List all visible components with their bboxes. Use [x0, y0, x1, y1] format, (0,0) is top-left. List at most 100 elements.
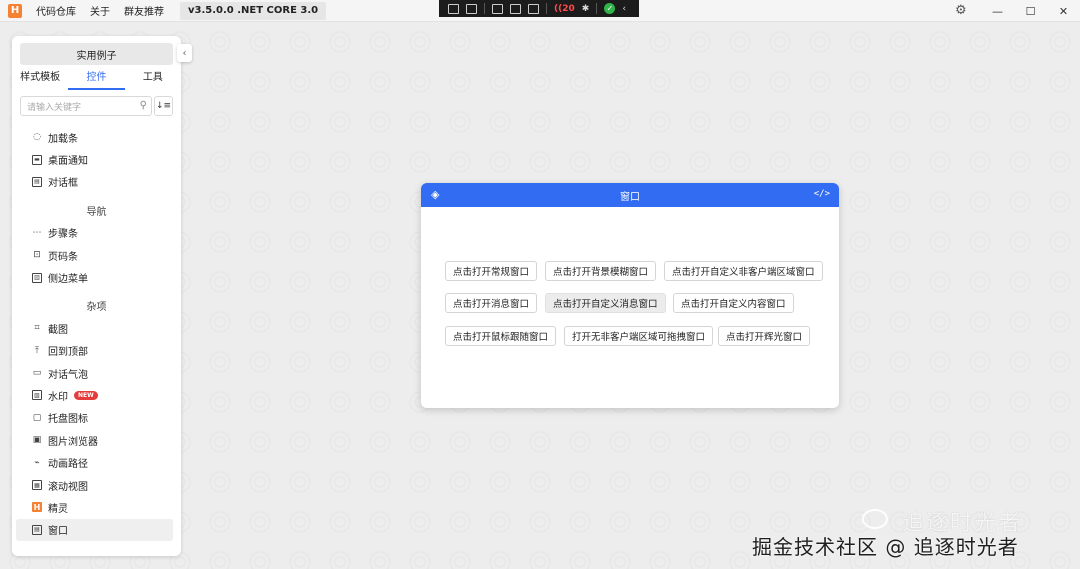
open-custom-message-window-button[interactable]: 点击打开自定义消息窗口 — [545, 293, 666, 313]
spinner-icon: ◌ — [33, 132, 41, 143]
notification-icon: ▬ — [32, 154, 42, 165]
arrow-up-icon: ⤒ — [35, 345, 39, 356]
group-navigation: 导航 — [86, 206, 107, 218]
sort-icon: ↓≡ — [155, 101, 172, 111]
tab-controls[interactable]: 控件 — [68, 70, 125, 90]
wechat-icon — [862, 509, 888, 529]
maximize-button[interactable]: ☐ — [1014, 5, 1047, 18]
toolbar-divider — [484, 3, 485, 14]
sidebar-item-steps[interactable]: ⋯ 步骤条 — [16, 222, 173, 244]
crop-icon: ⌗ — [34, 323, 40, 334]
watermark-line2: 掘金技术社区 @ 追逐时光者 — [752, 535, 1019, 559]
sidebar-item-animation-path[interactable]: ⌁ 动画路径 — [16, 451, 173, 473]
open-blur-window-button[interactable]: 点击打开背景模糊窗口 — [545, 261, 657, 281]
layers-icon: ◈ — [431, 188, 440, 201]
select-region-icon[interactable] — [510, 3, 521, 14]
pagination-icon: ⊡ — [33, 250, 41, 261]
toolbar-divider — [596, 3, 598, 14]
sidebar-item-dialog[interactable]: ▤ 对话框 — [16, 171, 173, 193]
animation-path-icon: ⌁ — [34, 457, 40, 468]
sidebar-item-label: 截图 — [48, 324, 68, 336]
sidebar-item-label: 托盘图标 — [48, 414, 88, 426]
panel-title: 窗口 — [620, 191, 640, 203]
toolbar-divider — [546, 3, 547, 14]
minimize-button[interactable]: — — [981, 5, 1014, 18]
side-menu-icon: ▥ — [32, 272, 42, 283]
tab-tools[interactable]: 工具 — [125, 70, 181, 90]
accessibility-icon[interactable]: ✱ — [582, 4, 590, 14]
menu-about[interactable]: 关于 — [90, 3, 110, 18]
panel-header: ◈ 窗口 </> — [421, 183, 839, 207]
tab-style-templates[interactable]: 样式模板 — [12, 70, 68, 90]
chevron-left-icon: ‹ — [182, 47, 187, 59]
watermark-icon: ▧ — [32, 390, 42, 401]
open-normal-window-button[interactable]: 点击打开常规窗口 — [445, 261, 538, 281]
record-count: 20 — [562, 3, 575, 14]
open-mouse-follow-window-button[interactable]: 点击打开鼠标跟随窗口 — [445, 326, 557, 346]
sidebar-item-pagination[interactable]: ⊡ 页码条 — [16, 244, 173, 266]
sidebar-item-label: 对话气泡 — [48, 369, 88, 381]
chevron-left-icon[interactable]: ‹ — [622, 4, 626, 14]
open-draggable-window-button[interactable]: 打开无非客户端区域可拖拽窗口 — [564, 326, 714, 346]
search-placeholder: 请输入关键字 — [27, 102, 82, 113]
sidebar-item-watermark[interactable]: ▧ 水印 NEW — [16, 384, 173, 406]
open-message-window-button[interactable]: 点击打开消息窗口 — [445, 293, 538, 313]
app-logo-icon: H — [8, 3, 22, 18]
menu-code-repo[interactable]: 代码仓库 — [36, 3, 76, 18]
gear-icon[interactable]: ⚙ — [955, 3, 967, 18]
open-glow-window-button[interactable]: 点击打开辉光窗口 — [718, 326, 811, 346]
sidebar-item-screenshot[interactable]: ⌗ 截图 — [16, 317, 173, 339]
sidebar-item-label: 桌面通知 — [48, 156, 88, 168]
chat-bubble-icon: ▭ — [32, 368, 42, 379]
sort-button[interactable]: ↓≡ — [154, 96, 173, 116]
window-demo-panel: ◈ 窗口 </> 点击打开常规窗口 点击打开背景模糊窗口 点击打开自定义非客户端… — [421, 183, 839, 408]
sidebar-item-label: 图片浏览器 — [48, 436, 98, 448]
sidebar-item-notification[interactable]: ▬ 桌面通知 — [16, 148, 173, 170]
sidebar-item-label: 对话框 — [48, 178, 78, 190]
sidebar-item-image-viewer[interactable]: ▣ 图片浏览器 — [16, 429, 173, 451]
sidebar-item-label: 加载条 — [48, 133, 78, 145]
sidebar-item-label: 水印 — [48, 391, 68, 403]
sidebar-item-tray-icon[interactable]: ▢ 托盘图标 — [16, 407, 173, 429]
sidebar-item-chat-bubble[interactable]: ▭ 对话气泡 — [16, 362, 173, 384]
sidebar-header[interactable]: 实用例子 — [20, 43, 173, 65]
close-button[interactable]: ✕ — [1047, 5, 1080, 18]
search-icon[interactable]: ⚲ — [140, 100, 147, 111]
sidebar-item-label: 滚动视图 — [48, 481, 88, 493]
screen-record-icon[interactable] — [448, 3, 459, 14]
record-counter: ((20 — [554, 3, 575, 14]
camera-icon[interactable] — [466, 3, 477, 14]
steps-icon: ⋯ — [32, 227, 42, 238]
window-icon: ▤ — [32, 524, 42, 535]
sidebar-item-label: 精灵 — [48, 503, 68, 515]
sidebar-item-window[interactable]: ▤ 窗口 — [16, 518, 173, 542]
open-custom-nonclient-window-button[interactable]: 点击打开自定义非客户端区域窗口 — [664, 261, 823, 281]
scroll-view-icon: ▦ — [32, 480, 42, 491]
group-misc: 杂项 — [86, 302, 107, 314]
search-input[interactable]: 请输入关键字 ⚲ — [20, 96, 152, 116]
menu-group-recommend[interactable]: 群友推荐 — [124, 3, 164, 18]
open-custom-content-window-button[interactable]: 点击打开自定义内容窗口 — [673, 293, 794, 313]
sidebar: 实用例子 样式模板 控件 工具 请输入关键字 ⚲ ↓≡ ◌ 加载条 ▬ 桌面通知… — [12, 36, 181, 556]
version-badge: v3.5.0.0 .NET CORE 3.0 — [180, 1, 327, 20]
code-icon[interactable]: </> — [814, 189, 830, 199]
check-icon[interactable]: ✓ — [604, 3, 616, 14]
sidebar-item-label: 页码条 — [48, 251, 78, 263]
tray-icon: ▢ — [32, 412, 42, 423]
sidebar-item-label: 步骤条 — [48, 229, 78, 241]
sidebar-item-label: 侧边菜单 — [48, 274, 88, 286]
sidebar-item-scroll-view[interactable]: ▦ 滚动视图 — [16, 474, 173, 496]
snap-icon[interactable] — [528, 3, 539, 14]
new-badge: NEW — [74, 390, 98, 400]
image-viewer-icon: ▣ — [32, 435, 42, 446]
sidebar-item-loading[interactable]: ◌ 加载条 — [16, 126, 173, 148]
pointer-icon[interactable] — [492, 3, 503, 14]
sidebar-list: ◌ 加载条 ▬ 桌面通知 ▤ 对话框 导航 ⋯ 步骤条 ⊡ 页码条 ▥ 侧边菜单… — [12, 126, 181, 542]
sidebar-tabs: 样式模板 控件 工具 — [12, 70, 181, 90]
sidebar-item-side-menu[interactable]: ▥ 侧边菜单 — [16, 266, 173, 288]
sidebar-collapse-button[interactable]: ‹ — [177, 44, 192, 62]
sidebar-item-label: 动画路径 — [48, 459, 88, 471]
sidebar-item-sprite[interactable]: H 精灵 — [16, 496, 173, 518]
sprite-icon: H — [32, 502, 42, 513]
sidebar-item-back-to-top[interactable]: ⤒ 回到顶部 — [16, 340, 173, 362]
